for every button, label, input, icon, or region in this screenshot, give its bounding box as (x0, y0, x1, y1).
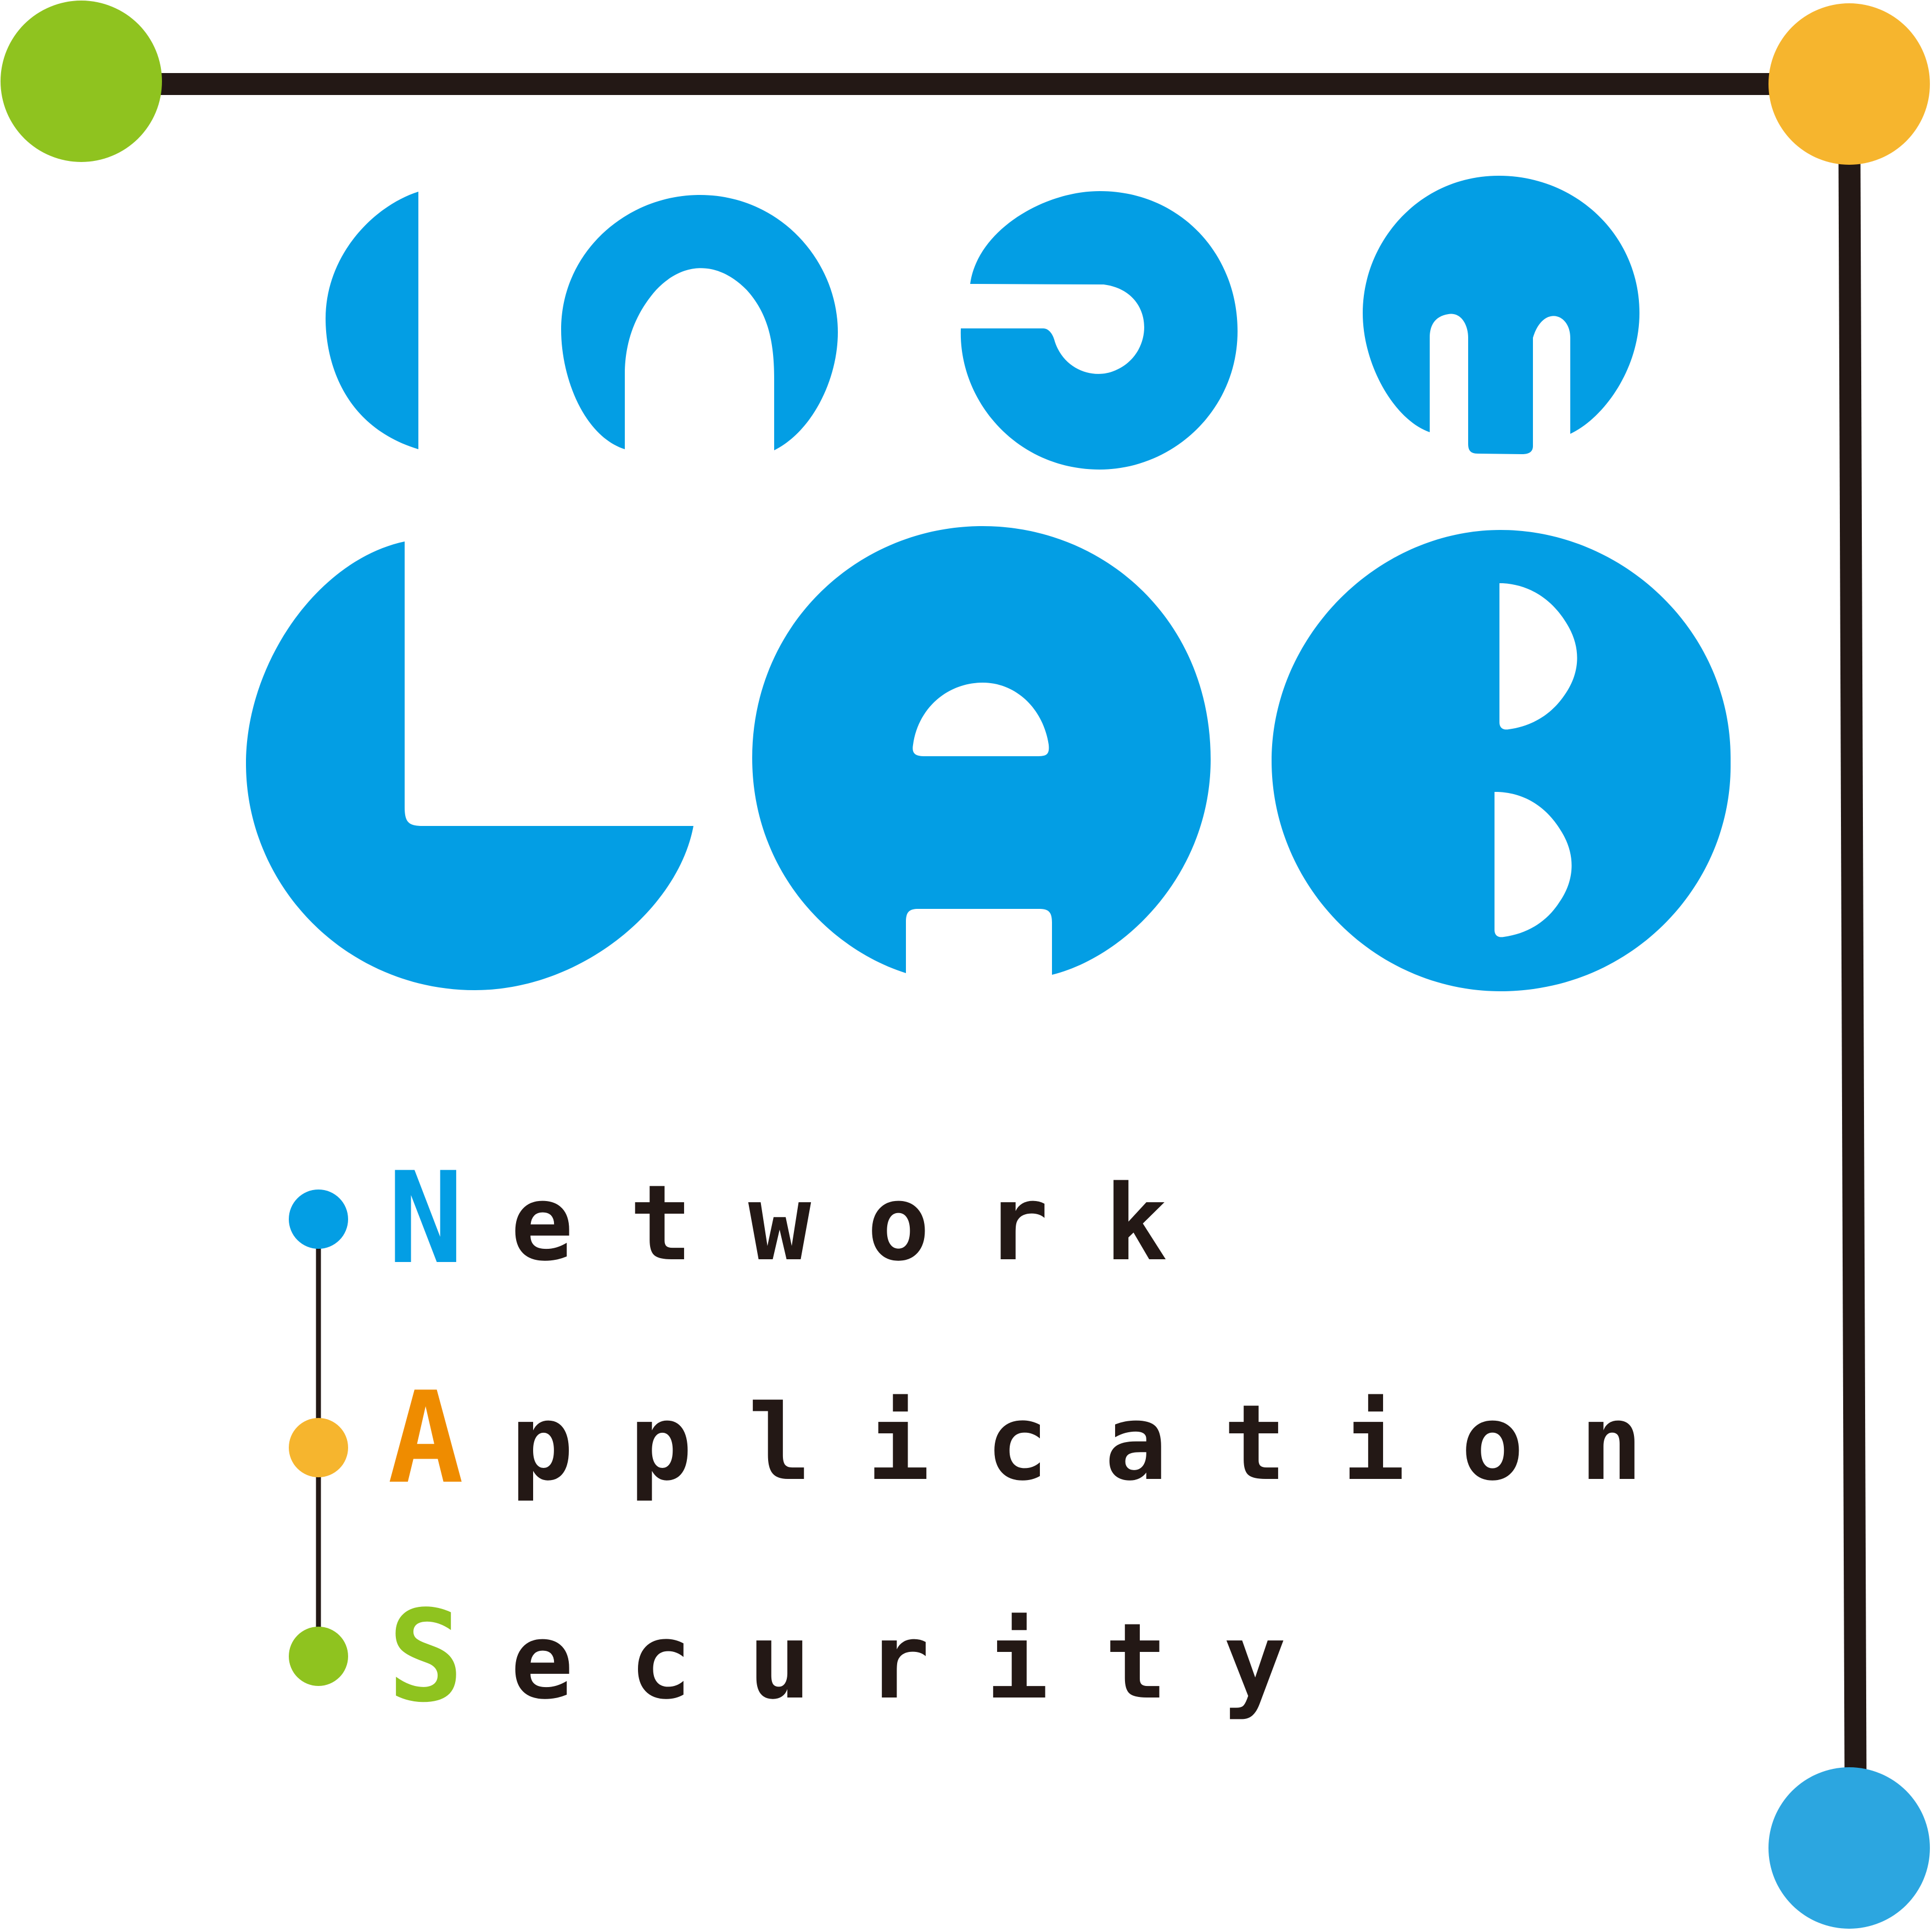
security-initial: S (388, 1584, 464, 1730)
green-corner-dot (1, 1, 162, 162)
logo-letter-i (326, 192, 418, 449)
application-rest: pplication (511, 1382, 1699, 1504)
network-rest: etwork (511, 1163, 1224, 1284)
right-frame-line (1838, 83, 1867, 1849)
tagline-security: S ecurity (0, 1584, 1931, 1730)
application-initial: A (388, 1365, 464, 1512)
orange-corner-dot (1768, 3, 1930, 165)
logo-canvas: N etwork A pplication S ecurity (0, 0, 1931, 1929)
network-initial: N (388, 1146, 464, 1292)
logo-letter-a (752, 526, 1211, 975)
tagline-application: A pplication (0, 1365, 1931, 1512)
logo-letter-l (246, 541, 693, 990)
logo-letter-b (1272, 530, 1731, 991)
logo-letter-n (561, 195, 838, 450)
logo-letter-t (1363, 176, 1639, 454)
blue-corner-dot (1768, 1767, 1930, 1929)
tagline-network: N etwork (0, 1146, 1931, 1292)
security-rest: ecurity (511, 1601, 1342, 1722)
logo-letter-e (960, 191, 1238, 470)
